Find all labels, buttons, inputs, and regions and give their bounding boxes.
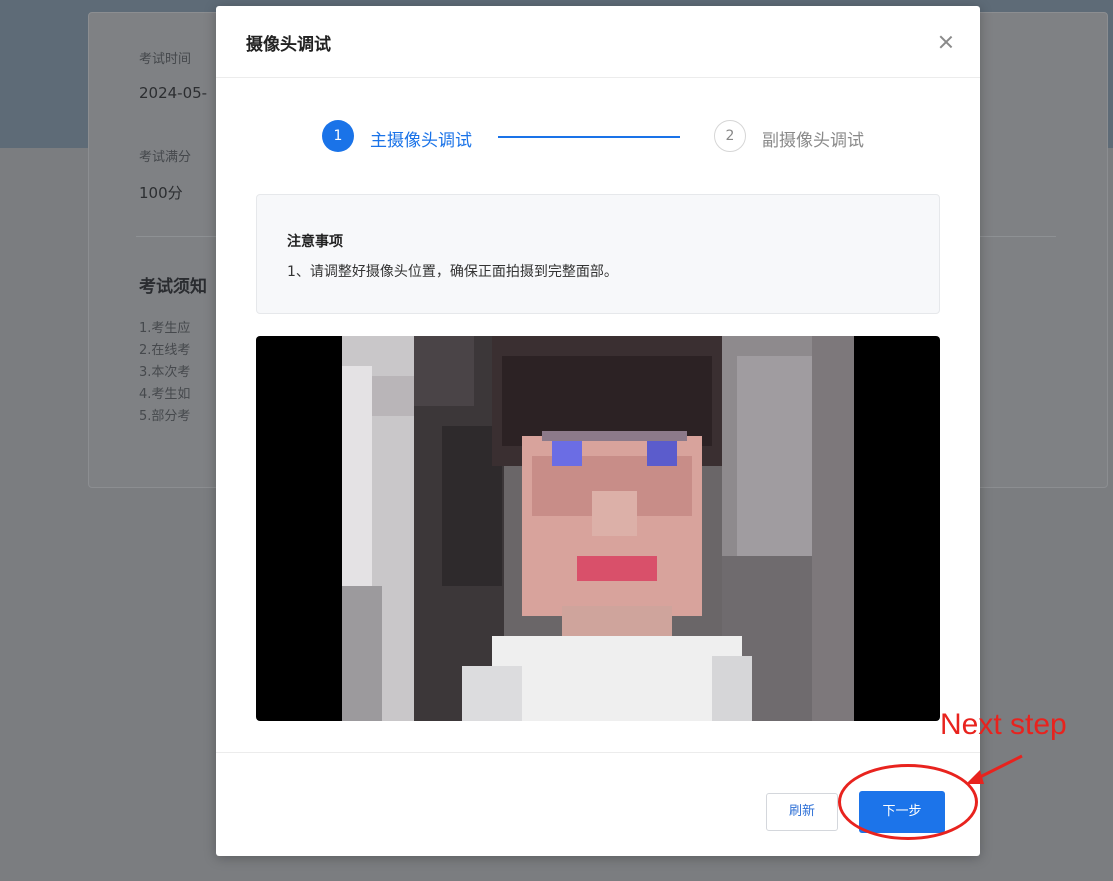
list-item: 4.考生如 xyxy=(139,387,191,402)
camera-preview xyxy=(256,336,940,721)
modal-title: 摄像头调试 xyxy=(246,35,331,55)
notice-box: 注意事项 1、请调整好摄像头位置，确保正面拍摄到完整面部。 xyxy=(256,194,940,314)
exam-rules-list: 1.考生应 2.在线考 3.本次考 4.考生如 5.部分考 xyxy=(139,318,190,428)
step-connector xyxy=(498,136,680,138)
full-score-label: 考试满分 xyxy=(139,150,192,165)
list-item: 2.在线考 xyxy=(139,343,191,358)
step-2-label: 副摄像头调试 xyxy=(762,131,864,151)
list-item: 5.部分考 xyxy=(139,409,191,424)
notice-title: 注意事项 xyxy=(287,234,343,250)
exam-time-value: 2024-05- xyxy=(139,84,208,102)
exam-rules-heading: 考试须知 xyxy=(139,277,207,297)
step-1-label: 主摄像头调试 xyxy=(370,131,472,151)
list-item: 3.本次考 xyxy=(139,365,191,380)
annotation-arrow-icon xyxy=(966,754,1023,784)
modal-header: 摄像头调试 xyxy=(216,6,980,78)
step-2-number: 2 xyxy=(714,120,746,152)
camera-feed-image xyxy=(342,336,854,721)
full-score-value: 100分 xyxy=(139,184,183,202)
close-icon[interactable] xyxy=(938,34,954,50)
exam-time-label: 考试时间 xyxy=(139,52,192,67)
step-indicator: 1 主摄像头调试 2 副摄像头调试 xyxy=(322,120,902,154)
annotation-label: Next step xyxy=(940,708,1067,741)
camera-debug-modal: 摄像头调试 1 主摄像头调试 2 副摄像头调试 注意事项 1、请调整好摄像头位置… xyxy=(216,6,980,856)
step-1-number: 1 xyxy=(322,120,354,152)
list-item: 1.考生应 xyxy=(139,321,191,336)
annotation-circle xyxy=(838,764,978,840)
refresh-button[interactable]: 刷新 xyxy=(766,793,838,831)
notice-item: 1、请调整好摄像头位置，确保正面拍摄到完整面部。 xyxy=(287,264,618,280)
